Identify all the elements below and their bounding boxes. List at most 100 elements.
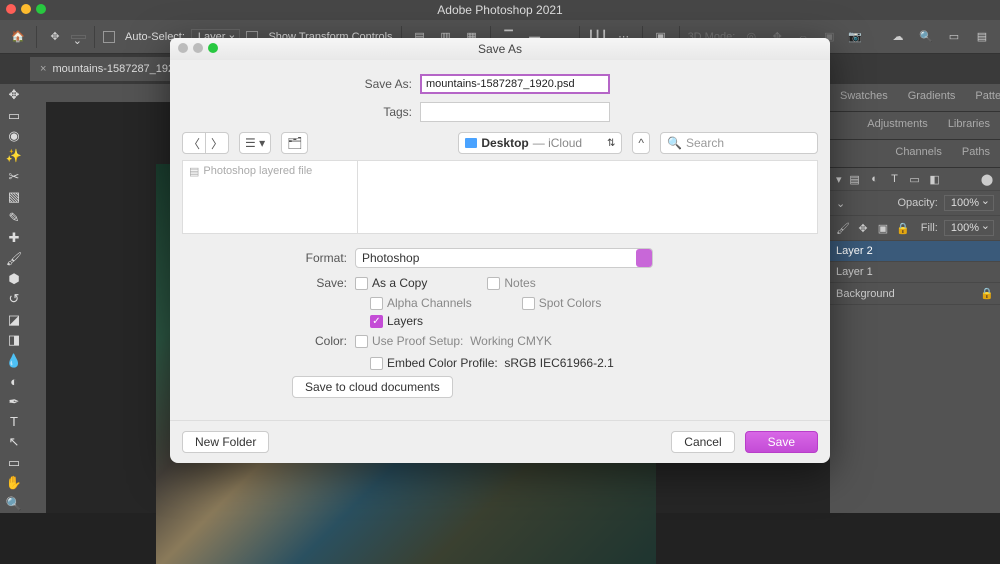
brush-tool-icon[interactable]: 🖌 — [2, 249, 26, 267]
auto-select-checkbox[interactable] — [103, 31, 115, 43]
search-field[interactable]: 🔍 Search — [660, 132, 818, 154]
history-brush-icon[interactable]: ↺ — [2, 290, 26, 308]
opacity-value[interactable]: 100% — [944, 195, 994, 211]
zoom-tool-icon[interactable]: 🔍 — [2, 494, 26, 512]
heal-tool-icon[interactable]: ✚ — [2, 229, 26, 247]
hand-tool-icon[interactable]: ✋ — [2, 474, 26, 492]
lock-artboard-icon[interactable]: ▣ — [876, 221, 890, 235]
cloud-docs-icon[interactable]: ☁ — [888, 27, 908, 47]
crop-tool-icon[interactable]: ✂ — [2, 168, 26, 186]
new-folder-button[interactable]: New Folder — [182, 431, 269, 453]
filename-input[interactable] — [420, 74, 610, 94]
move-tool-icon[interactable]: ✥ — [2, 86, 26, 104]
spot-label: Spot Colors — [539, 296, 602, 310]
dialog-footer: New Folder Cancel Save — [170, 420, 830, 463]
proof-label: Use Proof Setup: — [372, 334, 463, 348]
layer-row[interactable]: Background 🔒 — [830, 283, 1000, 305]
embed-checkbox[interactable] — [370, 357, 383, 370]
tab-paths[interactable]: Paths — [952, 140, 1000, 167]
tab-patterns[interactable]: Patterns — [965, 84, 1000, 111]
window-close-icon[interactable] — [6, 4, 16, 14]
dialog-close-icon[interactable] — [178, 43, 188, 53]
file-icon: ▤ — [189, 165, 199, 178]
spot-checkbox — [522, 297, 535, 310]
move-tool-icon[interactable]: ✥ — [45, 27, 65, 47]
home-icon[interactable]: 🏠 — [8, 27, 28, 47]
dialog-title: Save As — [478, 42, 522, 56]
fill-label: Fill: — [921, 222, 938, 234]
frame-tool-icon[interactable]: ▧ — [2, 188, 26, 206]
lasso-tool-icon[interactable]: ◉ — [2, 127, 26, 145]
blur-tool-icon[interactable]: 💧 — [2, 351, 26, 369]
filter-toggle-icon[interactable]: ⬤ — [980, 172, 994, 186]
tags-input[interactable] — [420, 102, 610, 122]
location-dropdown[interactable]: Desktop — iCloud ⇅ — [458, 132, 622, 154]
app-title: Adobe Photoshop 2021 — [437, 3, 562, 17]
lock-icon: 🔒 — [980, 287, 994, 300]
close-tab-icon[interactable]: × — [40, 63, 46, 75]
fill-value[interactable]: 100% — [944, 220, 994, 236]
gradient-tool-icon[interactable]: ◨ — [2, 331, 26, 349]
window-minimize-icon[interactable] — [21, 4, 31, 14]
filter-shape-icon[interactable]: ▭ — [908, 172, 922, 186]
tab-channels[interactable]: Channels — [885, 140, 951, 167]
filter-type-icon[interactable]: T — [888, 172, 902, 186]
search-icon: 🔍 — [667, 136, 682, 150]
type-tool-icon[interactable]: T — [2, 413, 26, 431]
workspace-icon[interactable]: ▤ — [972, 27, 992, 47]
filter-smart-icon[interactable]: ◧ — [928, 172, 942, 186]
stamp-tool-icon[interactable]: ⬢ — [2, 270, 26, 288]
folder-icon — [465, 138, 477, 148]
marquee-tool-icon[interactable]: ▭ — [2, 106, 26, 124]
tab-libraries[interactable]: Libraries — [938, 112, 1000, 139]
group-button[interactable]: 🗂 — [281, 132, 308, 154]
layer-controls-1: ▾ ▤ ◐ T ▭ ◧ ⬤ — [830, 168, 1000, 191]
path-tool-icon[interactable]: ↖ — [2, 433, 26, 451]
lock-all-icon[interactable]: 🔒 — [896, 221, 910, 235]
chevron-updown-icon — [636, 249, 652, 267]
file-browser[interactable]: ▤ Photoshop layered file — [182, 160, 818, 234]
notes-checkbox — [487, 277, 500, 290]
tab-adjustments[interactable]: Adjustments — [857, 112, 938, 139]
forward-button[interactable]: 〉 — [206, 132, 229, 154]
dodge-tool-icon[interactable]: ◐ — [2, 372, 26, 390]
tool-preset-dropdown[interactable] — [71, 35, 86, 39]
save-as-label: Save As: — [182, 77, 412, 91]
cancel-button[interactable]: Cancel — [671, 431, 734, 453]
wand-tool-icon[interactable]: ✨ — [2, 147, 26, 165]
save-options-label: Save: — [182, 276, 347, 290]
layer-row[interactable]: Layer 1 — [830, 262, 1000, 283]
lock-move-icon[interactable]: ✥ — [856, 221, 870, 235]
layers-checkbox[interactable] — [370, 315, 383, 328]
tab-swatches[interactable]: Swatches — [830, 84, 898, 111]
dialog-zoom-icon[interactable] — [208, 43, 218, 53]
alpha-checkbox — [370, 297, 383, 310]
save-button[interactable]: Save — [745, 431, 818, 453]
eraser-tool-icon[interactable]: ◪ — [2, 311, 26, 329]
as-copy-checkbox[interactable] — [355, 277, 368, 290]
filter-adjust-icon[interactable]: ◐ — [868, 172, 882, 186]
search-placeholder: Search — [686, 136, 724, 150]
dialog-titlebar: Save As — [170, 38, 830, 60]
location-name: Desktop — [481, 136, 528, 150]
format-dropdown[interactable]: Photoshop — [355, 248, 653, 268]
filter-image-icon[interactable]: ▤ — [848, 172, 862, 186]
tags-label: Tags: — [182, 105, 412, 119]
eyedropper-tool-icon[interactable]: ✎ — [2, 209, 26, 227]
arrange-icon[interactable]: ▭ — [944, 27, 964, 47]
filter-icon[interactable]: ▾ — [836, 173, 842, 186]
back-button[interactable]: 〈 — [182, 132, 206, 154]
tools-panel: ✥ ▭ ◉ ✨ ✂ ▧ ✎ ✚ 🖌 ⬢ ↺ ◪ ◨ 💧 ◐ ✒ T ↖ ▭ ✋ … — [0, 84, 28, 513]
view-mode-button[interactable]: ☰ ▾ — [239, 132, 271, 154]
layer-row[interactable]: Layer 2 — [830, 241, 1000, 262]
app-titlebar: Adobe Photoshop 2021 — [0, 0, 1000, 20]
shape-tool-icon[interactable]: ▭ — [2, 454, 26, 472]
window-maximize-icon[interactable] — [36, 4, 46, 14]
lock-paint-icon[interactable]: 🖌 — [836, 221, 850, 235]
pen-tool-icon[interactable]: ✒ — [2, 392, 26, 410]
tab-gradients[interactable]: Gradients — [898, 84, 966, 111]
collapse-button[interactable]: ^ — [632, 132, 650, 154]
search-icon[interactable]: 🔍 — [916, 27, 936, 47]
save-to-cloud-button[interactable]: Save to cloud documents — [292, 376, 453, 398]
blend-dropdown[interactable]: ⌄ — [836, 197, 845, 210]
